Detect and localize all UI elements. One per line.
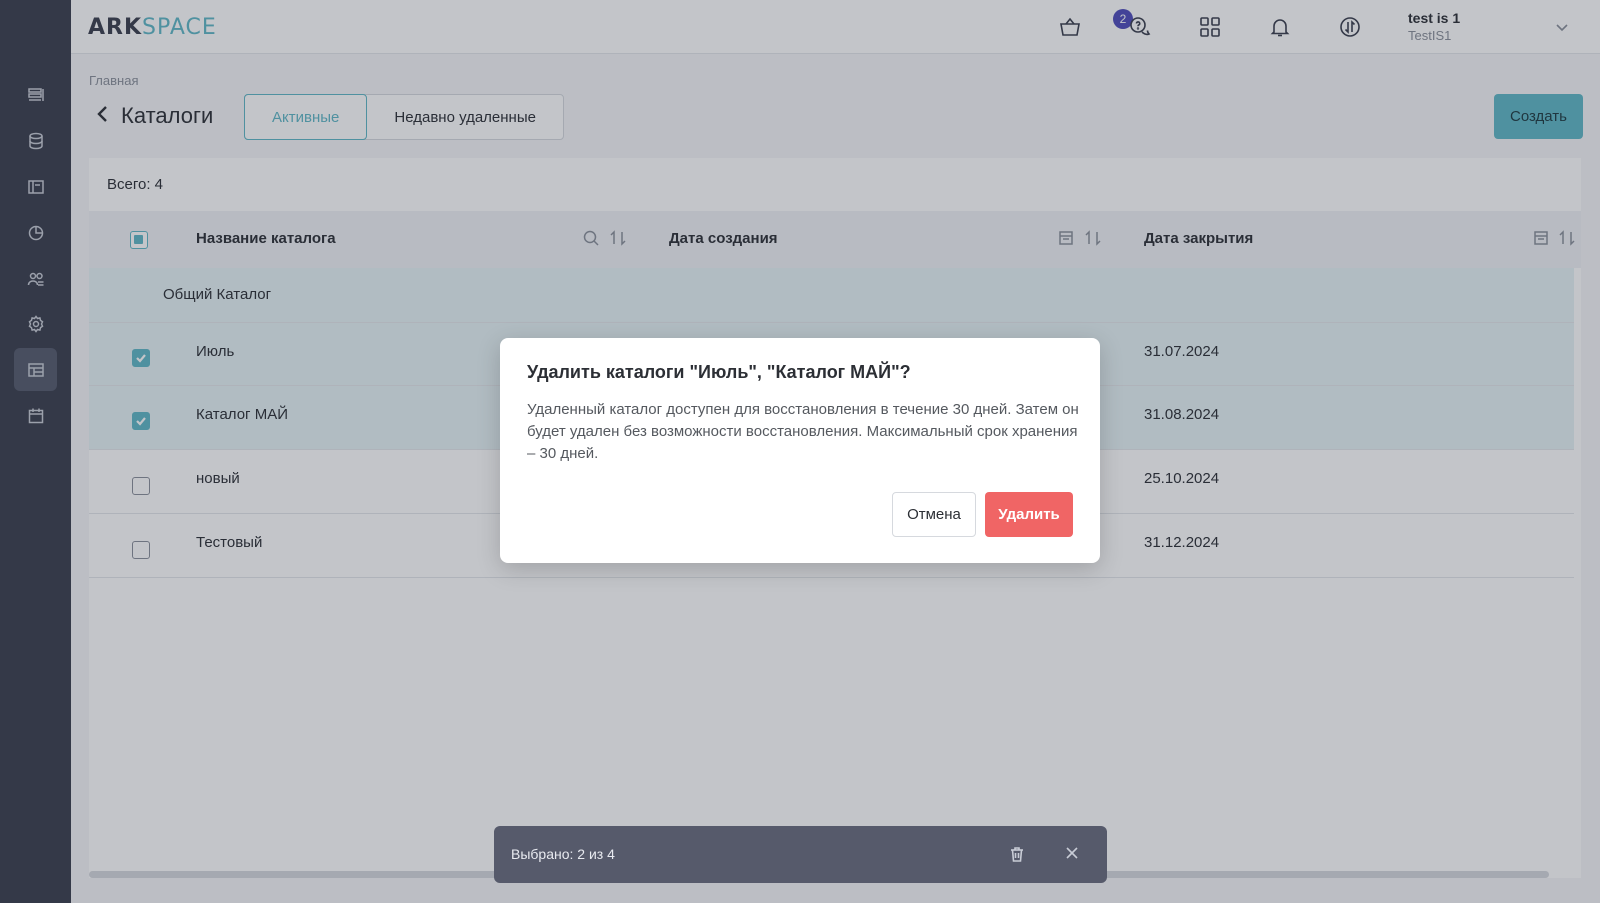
trash-icon xyxy=(1011,847,1023,862)
delete-confirm-dialog: Удалить каталоги "Июль", "Каталог МАЙ"? … xyxy=(500,338,1100,563)
cancel-button[interactable]: Отмена xyxy=(892,492,976,537)
close-icon xyxy=(1066,847,1078,859)
delete-selected-button[interactable] xyxy=(1008,845,1026,868)
selection-count: Выбрано: 2 из 4 xyxy=(511,846,615,862)
delete-button[interactable]: Удалить xyxy=(985,492,1073,537)
dialog-title: Удалить каталоги "Июль", "Каталог МАЙ"? xyxy=(527,362,911,382)
selection-bar: Выбрано: 2 из 4 xyxy=(494,826,1107,883)
clear-selection-button[interactable] xyxy=(1064,845,1080,866)
dialog-message: Удаленный каталог доступен для восстанов… xyxy=(527,401,1079,462)
